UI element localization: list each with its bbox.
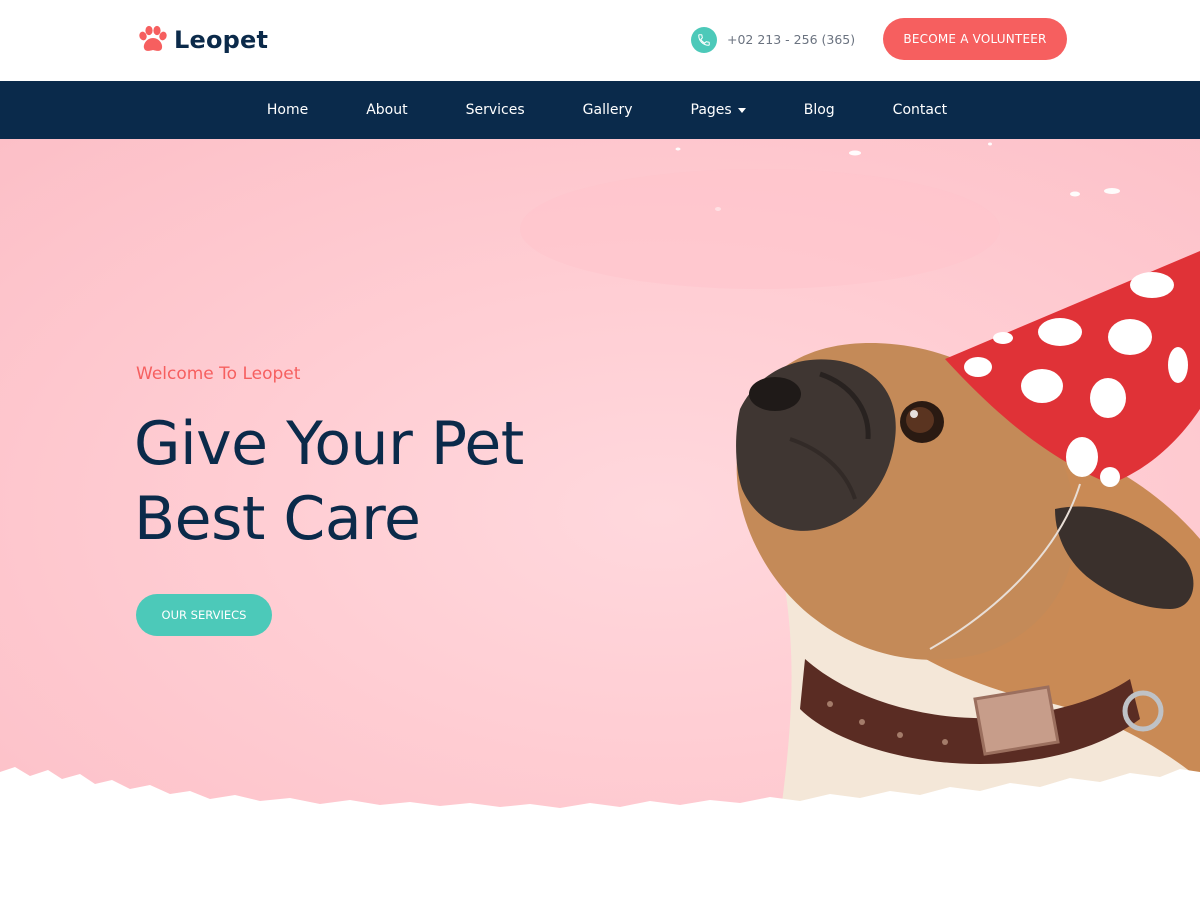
brand-name: Leopet — [174, 26, 269, 54]
nav-label: Services — [465, 102, 525, 118]
nav-label: About — [366, 102, 408, 118]
caret-down-icon — [737, 107, 746, 113]
main-nav: Home About Services Gallery Pages Blog C… — [0, 81, 1200, 139]
nav-item-services[interactable]: Services — [437, 102, 554, 118]
our-services-button[interactable]: OUR SERVIECS — [136, 594, 272, 636]
hero-section: Welcome To Leopet Give Your Pet Best Car… — [0, 139, 1200, 819]
nav-item-contact[interactable]: Contact — [864, 102, 976, 118]
nav-item-blog[interactable]: Blog — [775, 102, 864, 118]
nav-item-pages[interactable]: Pages — [662, 102, 775, 118]
become-volunteer-button[interactable]: BECOME A VOLUNTEER — [883, 18, 1067, 60]
phone-icon — [691, 26, 717, 53]
nav-item-gallery[interactable]: Gallery — [554, 102, 662, 118]
top-header: Leopet +02 213 - 256 (365) BECOME A VOLU… — [0, 0, 1200, 81]
nav-label: Contact — [892, 102, 948, 118]
paw-icon — [136, 25, 168, 55]
nav-label: Home — [266, 102, 309, 118]
headline-line-2: Best Care — [134, 484, 421, 554]
headline-line-1: Give Your Pet — [134, 409, 524, 479]
hero-headline: Give Your Pet Best Care — [134, 407, 524, 557]
hero-welcome-text: Welcome To Leopet — [136, 364, 301, 384]
nav-item-about[interactable]: About — [337, 102, 436, 118]
nav-label: Pages — [690, 102, 732, 118]
nav-list: Home About Services Gallery Pages Blog C… — [224, 102, 976, 118]
phone-contact: +02 213 - 256 (365) — [691, 26, 855, 53]
nav-label: Blog — [803, 102, 835, 118]
phone-number[interactable]: +02 213 - 256 (365) — [727, 32, 855, 47]
nav-label: Gallery — [582, 102, 633, 118]
logo[interactable]: Leopet — [136, 22, 268, 58]
nav-item-home[interactable]: Home — [238, 102, 337, 118]
